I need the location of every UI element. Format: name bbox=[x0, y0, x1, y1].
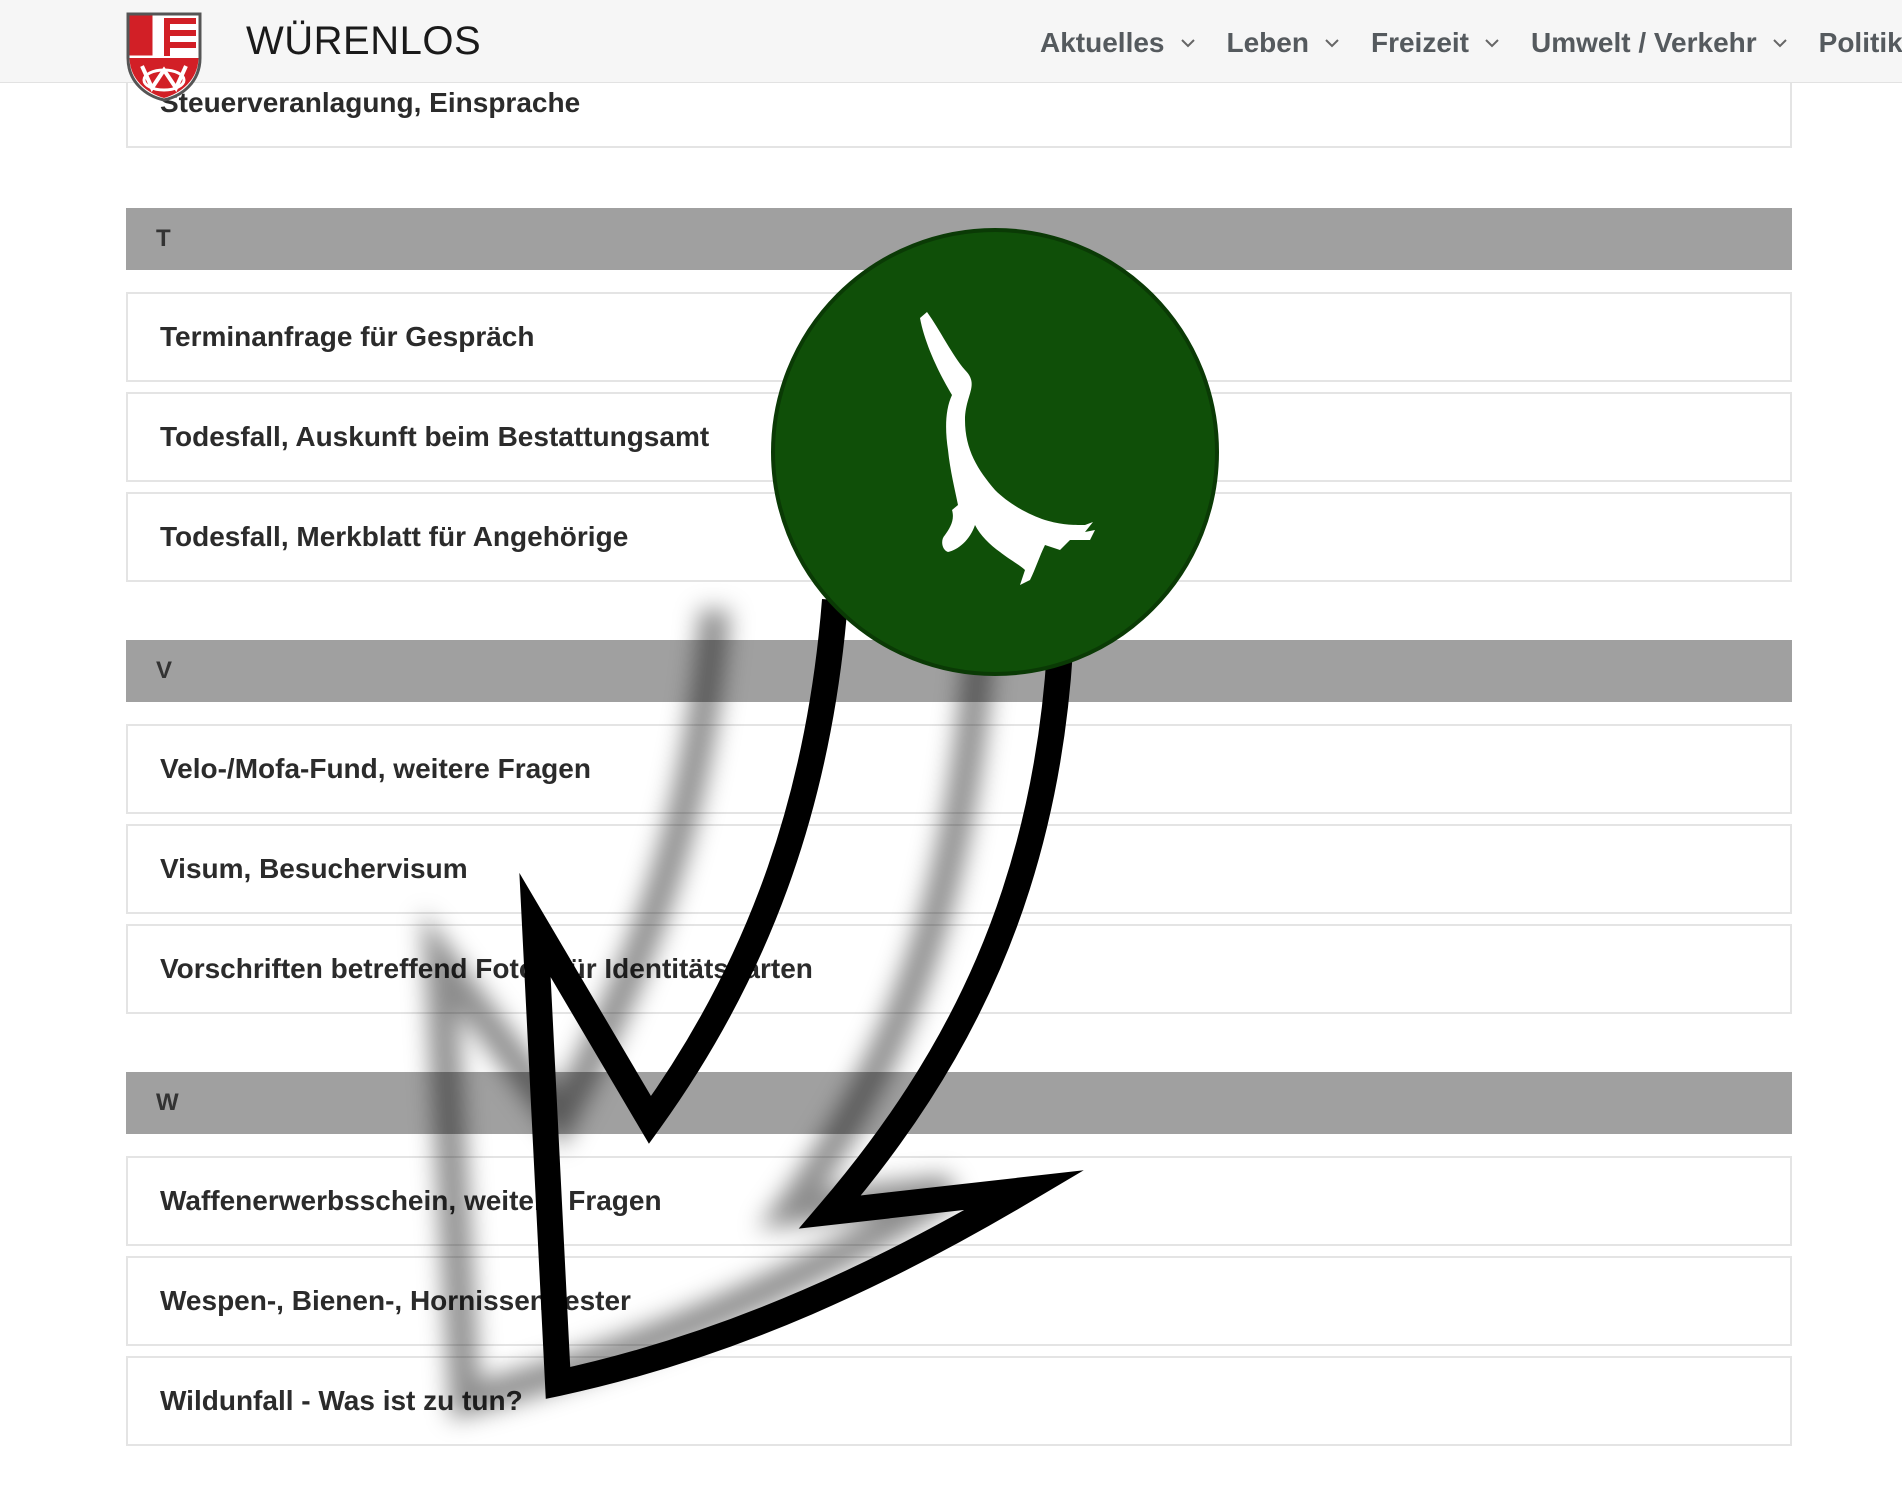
chevron-down-icon bbox=[1772, 39, 1787, 48]
chevron-down-icon bbox=[1485, 39, 1499, 48]
chevron-down-icon bbox=[1180, 39, 1195, 48]
letter-heading-v: V bbox=[126, 640, 1792, 702]
list-item[interactable]: Visum, Besuchervisum bbox=[126, 824, 1792, 914]
list-item[interactable]: Vorschriften betreffend Fotos für Identi… bbox=[126, 924, 1792, 1014]
nav-item-politik[interactable]: Politik bbox=[1819, 26, 1902, 60]
nav-item-label: Leben bbox=[1226, 27, 1309, 58]
site-header: WÜRENLOS Aktuelles Leben Freizeit Umwelt / … bbox=[0, 0, 1902, 102]
nav-item-aktuelles[interactable]: Aktuelles bbox=[1040, 26, 1197, 60]
list-item[interactable]: Wildunfall - Was ist zu tun? bbox=[126, 1356, 1792, 1446]
list-item[interactable]: Wespen-, Bienen-, Hornissennester bbox=[126, 1256, 1792, 1346]
letter-heading-w: W bbox=[126, 1072, 1792, 1134]
list-item[interactable]: Velo-/Mofa-Fund, weitere Fragen bbox=[126, 724, 1792, 814]
main-nav: Aktuelles Leben Freizeit Umwelt / Verkehr Po… bbox=[1040, 26, 1902, 60]
site-title[interactable]: WÜRENLOS bbox=[246, 18, 481, 64]
letter-heading-t: T bbox=[126, 208, 1792, 270]
nav-item-umwelt-verkehr[interactable]: Umwelt / Verkehr bbox=[1531, 26, 1789, 60]
list-item[interactable]: Todesfall, Auskunft beim Bestattungsamt bbox=[126, 392, 1792, 482]
nav-item-label: Politik bbox=[1818, 27, 1902, 58]
nav-item-label: Freizeit bbox=[1370, 27, 1469, 58]
wuerenlos-coat-of-arms-icon[interactable] bbox=[124, 10, 204, 102]
nav-item-freizeit[interactable]: Freizeit bbox=[1371, 26, 1501, 60]
list-item[interactable]: Terminanfrage für Gespräch bbox=[126, 292, 1792, 382]
chevron-down-icon bbox=[1325, 39, 1339, 48]
nav-item-label: Aktuelles bbox=[1040, 27, 1165, 58]
list-item[interactable]: Todesfall, Merkblatt für Angehörige bbox=[126, 492, 1792, 582]
nav-item-label: Umwelt / Verkehr bbox=[1531, 27, 1757, 58]
list-item[interactable]: Waffenerwerbsschein, weitere Fragen bbox=[126, 1156, 1792, 1246]
nav-item-leben[interactable]: Leben bbox=[1227, 26, 1341, 60]
